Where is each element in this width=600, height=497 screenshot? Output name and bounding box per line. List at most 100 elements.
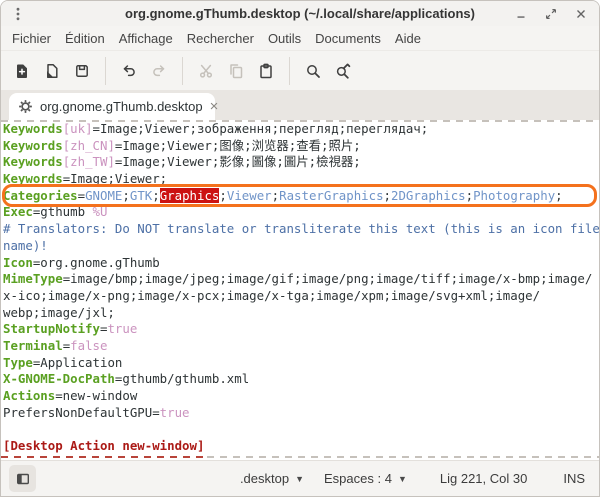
side-panel-toggle-button[interactable]: [9, 465, 36, 492]
file-type-dropdown[interactable]: .desktop ▼: [235, 468, 309, 489]
code-line: StartupNotify=true: [3, 321, 599, 338]
code-token: # Translators: Do NOT translate or trans…: [3, 221, 599, 236]
toolbar-separator: [105, 57, 106, 85]
code-token: =Image;Viewer;зображення;перегляд;перегл…: [93, 121, 429, 136]
undo-button[interactable]: [114, 56, 144, 86]
statusbar: .desktop ▼ Espaces : 4 ▼ Lig 221, Col 30…: [1, 460, 599, 496]
code-token: =image/bmp;image/jpeg;image/gif;image/pn…: [63, 271, 593, 286]
input-mode-indicator: INS: [563, 471, 585, 486]
code-token: =Image;Viewer;图像;浏览器;查看;照片;: [115, 138, 361, 153]
code-token: Icon: [3, 255, 33, 270]
new-document-button[interactable]: [7, 56, 37, 86]
save-button[interactable]: [67, 56, 97, 86]
code-token: [zh_CN]: [63, 138, 115, 153]
code-line: Categories=GNOME;GTK;Graphics;Viewer;Ras…: [3, 188, 599, 205]
code-token: name)!: [3, 238, 48, 253]
code-token: X-GNOME-DocPath: [3, 371, 115, 386]
window-title: org.gnome.gThumb.desktop (~/.local/share…: [1, 6, 599, 21]
tab-close-icon[interactable]: ×: [210, 99, 219, 114]
code-token: ;: [555, 188, 562, 203]
code-token: MimeType: [3, 271, 63, 286]
code-token: [zh_TW]: [63, 154, 115, 169]
titlebar: org.gnome.gThumb.desktop (~/.local/share…: [1, 1, 599, 26]
code-token: [uk]: [63, 121, 93, 136]
cut-button[interactable]: [191, 56, 221, 86]
code-line: Type=Application: [3, 355, 599, 372]
minimize-icon[interactable]: [514, 7, 528, 21]
code-line: Exec=gthumb %U: [3, 204, 599, 221]
code-token: [Desktop Action new-window]: [3, 438, 204, 453]
menubar: Fichier Édition Affichage Rechercher Out…: [1, 26, 599, 51]
code-token: =Image;Viewer;影像;圖像;圖片;檢視器;: [115, 154, 361, 169]
code-line: webp;image/jxl;: [3, 305, 599, 322]
code-token: Keywords: [3, 138, 63, 153]
menu-outils[interactable]: Outils: [261, 28, 308, 49]
code-token: true: [107, 321, 137, 336]
code-token: true: [160, 405, 190, 420]
elision-dashes-bottom: [1, 456, 599, 458]
code-token: Keywords: [3, 121, 63, 136]
code-line: Icon=org.gnome.gThumb: [3, 255, 599, 272]
code-token: Keywords: [3, 154, 63, 169]
code-token: GNOME: [85, 188, 122, 203]
code-token: webp;image/jxl;: [3, 305, 115, 320]
copy-button[interactable]: [221, 56, 251, 86]
statusbar-right: .desktop ▼ Espaces : 4 ▼ Lig 221, Col 30…: [235, 468, 585, 489]
toolbar: [1, 51, 599, 90]
kebab-menu-icon[interactable]: [10, 6, 26, 22]
code-line: Keywords=Image;Viewer;: [3, 171, 599, 188]
code-token: %U: [93, 204, 108, 219]
restore-icon[interactable]: [544, 7, 558, 21]
open-document-button[interactable]: [37, 56, 67, 86]
code-token: false: [70, 338, 107, 353]
code-token: =org.gnome.gThumb: [33, 255, 160, 270]
code-token: RasterGraphics: [279, 188, 383, 203]
code-line: [3, 421, 599, 438]
menu-rechercher[interactable]: Rechercher: [180, 28, 261, 49]
code-line: Keywords[zh_CN]=Image;Viewer;图像;浏览器;查看;照…: [3, 138, 599, 155]
code-token: =gthumb/gthumb.xml: [115, 371, 249, 386]
code-token: Type: [3, 355, 33, 370]
menu-aide[interactable]: Aide: [388, 28, 428, 49]
code-token: =gthumb: [33, 204, 93, 219]
tab-width-dropdown[interactable]: Espaces : 4 ▼: [319, 468, 412, 489]
code-token: Photography: [473, 188, 555, 203]
paste-button[interactable]: [251, 56, 281, 86]
find-replace-button[interactable]: [328, 56, 358, 86]
code-token: =Image;Viewer;: [63, 171, 167, 186]
search-button[interactable]: [298, 56, 328, 86]
code-line: Terminal=false: [3, 338, 599, 355]
toolbar-separator: [289, 57, 290, 85]
code-line: X-GNOME-DocPath=gthumb/gthumb.xml: [3, 371, 599, 388]
menu-documents[interactable]: Documents: [308, 28, 388, 49]
chevron-down-icon: ▼: [295, 474, 304, 484]
code-token: ;: [122, 188, 129, 203]
code-line: Keywords[zh_TW]=Image;Viewer;影像;圖像;圖片;檢視…: [3, 154, 599, 171]
code-token: =new-window: [55, 388, 137, 403]
code-token: GTK: [130, 188, 152, 203]
code-token: ;: [152, 188, 159, 203]
search-match-highlight: Graphics: [160, 188, 220, 203]
text-editor[interactable]: Keywords[uk]=Image;Viewer;зображення;пер…: [1, 120, 599, 460]
code-line: Keywords[uk]=Image;Viewer;зображення;пер…: [3, 121, 599, 138]
menu-fichier[interactable]: Fichier: [5, 28, 58, 49]
toolbar-separator: [182, 57, 183, 85]
close-icon[interactable]: [574, 7, 588, 21]
tab-org-gnome-gthumb-desktop[interactable]: org.gnome.gThumb.desktop ×: [9, 93, 215, 120]
code-token: Viewer: [227, 188, 272, 203]
tab-width-label: Espaces : 4: [324, 471, 392, 486]
menu-affichage[interactable]: Affichage: [112, 28, 180, 49]
gear-icon: [18, 99, 33, 114]
redo-button[interactable]: [144, 56, 174, 86]
code-token: Exec: [3, 204, 33, 219]
code-token: StartupNotify: [3, 321, 100, 336]
menu-edition[interactable]: Édition: [58, 28, 112, 49]
code-token: Actions: [3, 388, 55, 403]
code-token: ;: [219, 188, 226, 203]
file-type-label: .desktop: [240, 471, 289, 486]
code-token: Terminal: [3, 338, 63, 353]
code-token: ;: [272, 188, 279, 203]
code-token: Keywords: [3, 171, 63, 186]
code-token: =Application: [33, 355, 123, 370]
code-line: PrefersNonDefaultGPU=true: [3, 405, 599, 422]
